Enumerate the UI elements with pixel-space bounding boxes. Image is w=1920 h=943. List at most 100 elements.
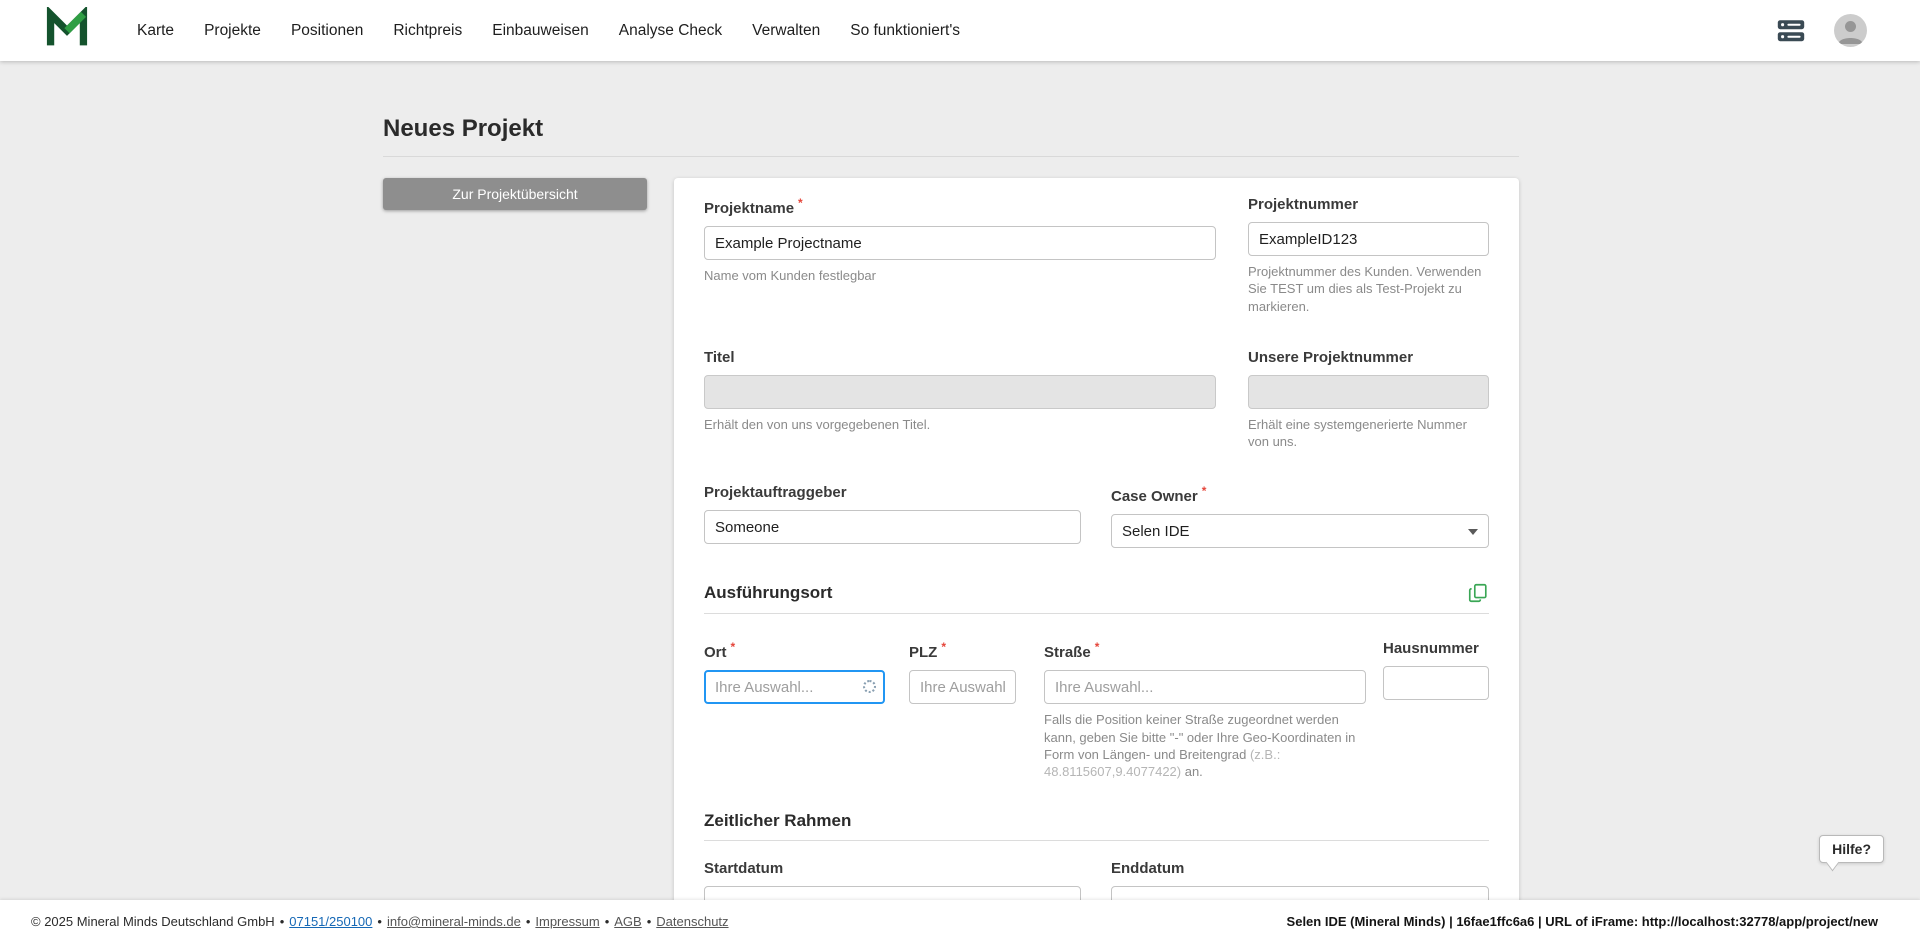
section-zeitlicher-rahmen-title: Zeitlicher Rahmen	[704, 811, 851, 831]
section-ausfuehrungsort-header: Ausführungsort	[704, 582, 1489, 604]
section-divider	[704, 840, 1489, 841]
ort-input[interactable]	[704, 670, 885, 704]
agb-link[interactable]: AGB	[614, 914, 641, 929]
copyright-text: © 2025 Mineral Minds Deutschland GmbH	[31, 914, 275, 929]
nav-item-richtpreis[interactable]: Richtpreis	[393, 22, 462, 40]
projektname-label: Projektname *	[704, 196, 1216, 217]
server-icon[interactable]	[1776, 19, 1806, 43]
phone-link[interactable]: 07151/250100	[289, 914, 372, 929]
ort-label: Ort *	[704, 640, 885, 661]
title-divider	[383, 156, 1519, 157]
projektnummer-helper: Projektnummer des Kunden. Verwenden Sie …	[1248, 263, 1489, 315]
titel-label: Titel	[704, 349, 1216, 366]
session-details: (Mineral Minds) | 16fae1ffc6a6 | URL of …	[1347, 914, 1878, 929]
section-divider	[704, 613, 1489, 614]
projektname-label-text: Projektname	[704, 200, 794, 217]
impressum-link[interactable]: Impressum	[535, 914, 599, 929]
enddatum-label: Enddatum	[1111, 860, 1489, 877]
strasse-input[interactable]	[1044, 670, 1366, 704]
projektnummer-label: Projektnummer	[1248, 196, 1489, 213]
field-strasse: Straße * Falls die Position keiner Straße…	[1044, 640, 1366, 780]
nav-item-einbauweisen[interactable]: Einbauweisen	[492, 22, 589, 40]
field-plz: PLZ *	[909, 640, 1016, 780]
projektname-input[interactable]	[704, 226, 1216, 260]
case-owner-label-text: Case Owner	[1111, 488, 1198, 505]
case-owner-value: Selen IDE	[1122, 523, 1190, 540]
startdatum-label: Startdatum	[704, 860, 1081, 877]
top-navbar: Karte Projekte Positionen Richtpreis Ein…	[0, 0, 1920, 61]
navbar-right	[1776, 14, 1867, 47]
nav-item-verwalten[interactable]: Verwalten	[752, 22, 820, 40]
plz-label-text: PLZ	[909, 644, 937, 661]
titel-helper: Erhält den von uns vorgegebenen Titel.	[704, 416, 1216, 433]
datenschutz-link[interactable]: Datenschutz	[656, 914, 728, 929]
page-container: Neues Projekt Zur Projektübersicht Proje…	[383, 61, 1519, 900]
plz-label: PLZ *	[909, 640, 1016, 661]
projektauftraggeber-label: Projektauftraggeber	[704, 484, 1081, 501]
field-projektname: Projektname * Name vom Kunden festlegbar	[704, 196, 1216, 315]
nav-item-so-funktionierts[interactable]: So funktioniert's	[850, 22, 960, 40]
footer-left: © 2025 Mineral Minds Deutschland GmbH • …	[31, 914, 729, 929]
projektnummer-input[interactable]	[1248, 222, 1489, 256]
nav-item-analyse-check[interactable]: Analyse Check	[619, 22, 722, 40]
ort-label-text: Ort	[704, 644, 727, 661]
hausnummer-input[interactable]	[1383, 666, 1489, 700]
help-button[interactable]: Hilfe?	[1819, 835, 1884, 863]
field-enddatum: Enddatum	[1111, 860, 1489, 900]
footer-session-info: Selen IDE (Mineral Minds) | 16fae1ffc6a6…	[1287, 914, 1878, 929]
form-row: Ort * PLZ *	[704, 640, 1489, 780]
hausnummer-label: Hausnummer	[1383, 640, 1489, 657]
form-row: Projektname* Name vom Kunden festlegbar …	[704, 196, 1489, 315]
case-owner-select[interactable]: Selen IDE	[1111, 514, 1489, 548]
section-ausfuehrungsort-title: Ausführungsort	[704, 583, 832, 603]
required-asterisk: *	[941, 640, 946, 654]
footer-separator: •	[526, 914, 531, 929]
projektauftraggeber-input[interactable]	[704, 510, 1081, 544]
strasse-helper: Falls die Position keiner Straße zugeord…	[1044, 711, 1366, 780]
projektname-helper: Name vom Kunden festlegbar	[704, 267, 1216, 284]
form-row: Titel Erhält den von uns vorgegebenen Ti…	[704, 349, 1489, 451]
field-case-owner: Case Owner* Selen IDE	[1111, 484, 1489, 548]
footer-separator: •	[377, 914, 382, 929]
field-startdatum: Startdatum	[704, 860, 1081, 900]
user-avatar-icon[interactable]	[1834, 14, 1867, 47]
strasse-label: Straße *	[1044, 640, 1366, 661]
form-row: Startdatum Enddatum	[704, 860, 1489, 900]
app-logo[interactable]	[45, 7, 89, 54]
nav-item-positionen[interactable]: Positionen	[291, 22, 363, 40]
content-row: Zur Projektübersicht Projektname * Name v…	[383, 178, 1519, 900]
titel-input	[704, 375, 1216, 409]
case-owner-label: Case Owner*	[1111, 484, 1489, 505]
enddatum-input[interactable]	[1111, 886, 1489, 900]
plz-input[interactable]	[909, 670, 1016, 704]
field-projektauftraggeber: Projektauftraggeber	[704, 484, 1081, 548]
field-hausnummer: Hausnummer	[1383, 640, 1489, 780]
project-overview-button[interactable]: Zur Projektübersicht	[383, 178, 647, 210]
strasse-label-text: Straße	[1044, 644, 1091, 661]
new-project-form-card: Projektname* Name vom Kunden festlegbar …	[674, 178, 1519, 900]
strasse-helper-text: Falls die Position keiner Straße zugeord…	[1044, 712, 1355, 762]
required-asterisk: *	[798, 196, 803, 210]
nav-item-karte[interactable]: Karte	[137, 22, 174, 40]
mineral-minds-logo-icon	[45, 7, 89, 54]
session-user: Selen IDE	[1287, 914, 1347, 929]
form-column: Projektname* Name vom Kunden festlegbar …	[674, 178, 1519, 900]
left-column: Zur Projektübersicht	[383, 178, 674, 900]
startdatum-input[interactable]	[704, 886, 1081, 900]
field-titel: Titel Erhält den von uns vorgegebenen Ti…	[704, 349, 1216, 451]
chevron-down-icon	[1468, 529, 1478, 535]
page-footer: © 2025 Mineral Minds Deutschland GmbH • …	[0, 900, 1920, 943]
field-projektnummer: Projektnummer Projektnummer des Kunden. …	[1248, 196, 1489, 315]
email-link[interactable]: info@mineral-minds.de	[387, 914, 521, 929]
page-title: Neues Projekt	[383, 115, 1519, 143]
form-row: Projektauftraggeber Case Owner* Selen ID…	[704, 484, 1489, 548]
copy-icon[interactable]	[1467, 582, 1489, 604]
footer-separator: •	[605, 914, 610, 929]
required-asterisk: *	[1095, 640, 1100, 654]
ort-input-wrap	[704, 670, 885, 704]
field-ort: Ort *	[704, 640, 885, 780]
nav-item-projekte[interactable]: Projekte	[204, 22, 261, 40]
unsere-projektnummer-label: Unsere Projektnummer	[1248, 349, 1489, 366]
footer-separator: •	[647, 914, 652, 929]
required-asterisk: *	[731, 640, 736, 654]
